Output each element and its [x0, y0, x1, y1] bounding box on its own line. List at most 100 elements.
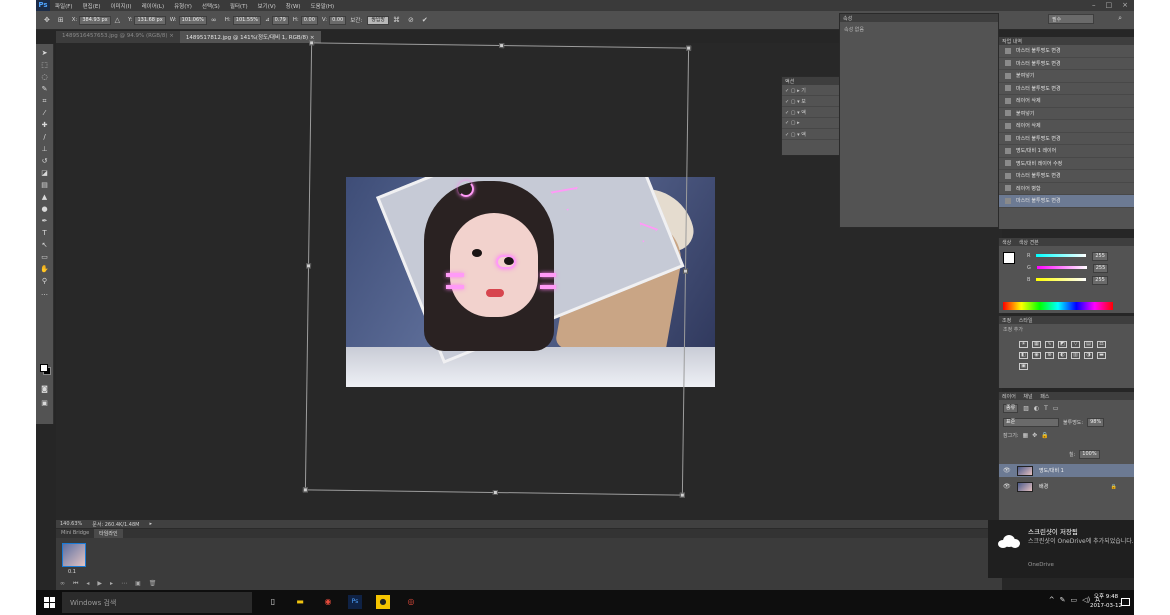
filter-adjust-icon[interactable]: ◐ — [1034, 405, 1039, 412]
vibrance-icon[interactable]: ▽ — [1071, 341, 1080, 348]
hue-saturation-icon[interactable]: ▤ — [1084, 341, 1093, 348]
foreground-color-swatch[interactable] — [40, 364, 48, 372]
delete-frame-icon[interactable]: 🗑 — [149, 580, 157, 588]
file-explorer-icon[interactable]: ▬ — [293, 595, 307, 609]
brightness-icon[interactable]: ☀ — [1019, 341, 1028, 348]
app-icon[interactable]: ◎ — [404, 595, 418, 609]
tab-document-1[interactable]: 1489516457653.jpg @ 94.9% (RGB/8) × — [56, 31, 180, 43]
selective-color-icon[interactable]: ▣ — [1019, 363, 1028, 370]
history-item[interactable]: 명도/대비 1 레이어 — [999, 145, 1134, 158]
network-icon[interactable]: ▭ — [1070, 596, 1077, 604]
hskew-input[interactable]: 0.00 — [300, 15, 318, 25]
pen-icon[interactable]: ✒ — [39, 216, 51, 226]
y-input[interactable]: 131.68 px — [134, 15, 166, 25]
frame-delay[interactable]: 0.1 — [68, 569, 76, 575]
prev-frame-icon[interactable]: ◂ — [86, 580, 89, 588]
pen-icon[interactable]: ✎ — [1060, 596, 1066, 604]
type-icon[interactable]: T — [39, 228, 51, 238]
duplicate-frame-icon[interactable]: ▣ — [135, 580, 141, 588]
tab-document-2[interactable]: 1489517812.jpg @ 141%(정도/대비 1, RGB/8) × — [179, 31, 321, 43]
tab-paths[interactable]: 패스 — [1040, 394, 1049, 400]
close-button[interactable]: × — [1122, 0, 1128, 11]
fill-input[interactable]: 100% — [1079, 450, 1100, 459]
opacity-input[interactable]: 98% — [1087, 418, 1105, 427]
angle-input[interactable]: 0.79 — [271, 15, 289, 25]
tab-adjustments[interactable]: 조정 — [1002, 318, 1011, 324]
move-tool-icon[interactable]: ✥ — [44, 16, 50, 24]
tab-mini-bridge[interactable]: Mini Bridge — [56, 529, 94, 538]
history-item[interactable]: 마스터 불투명도 변경 — [999, 83, 1134, 95]
layer-row[interactable]: 👁 명도/대비 1 — [999, 464, 1134, 477]
photoshop-taskbar-icon[interactable]: Ps — [348, 595, 362, 609]
blend-mode-select[interactable]: 표준 — [1003, 418, 1059, 427]
history-item[interactable]: 레이어 삭제 — [999, 95, 1134, 108]
filter-type-icon[interactable]: T — [1044, 405, 1048, 412]
visibility-eye-icon[interactable]: 👁 — [1003, 467, 1011, 474]
cancel-transform-icon[interactable]: ⊘ — [408, 16, 414, 24]
color-balance-icon[interactable]: ⚖ — [1097, 341, 1106, 348]
workspace-select[interactable]: 필수 — [1048, 14, 1094, 24]
gradient-map-icon[interactable]: ▬ — [1097, 352, 1106, 359]
threshold-icon[interactable]: ◑ — [1084, 352, 1093, 359]
vskew-input[interactable]: 0.00 — [329, 15, 347, 25]
layer-kind-filter[interactable]: 종류 — [1003, 404, 1019, 413]
transform-handle-br[interactable] — [679, 492, 685, 498]
green-slider[interactable] — [1036, 266, 1087, 269]
menu-window[interactable]: 창(W) — [281, 2, 306, 10]
tab-styles[interactable]: 스타일 — [1019, 318, 1033, 324]
posterize-icon[interactable]: ▥ — [1071, 352, 1080, 359]
menu-help[interactable]: 도움말(H) — [306, 2, 340, 10]
history-item[interactable]: 명도/대비 레이어 수정 — [999, 158, 1134, 170]
stamp-icon[interactable]: ⊥ — [39, 144, 51, 154]
blur-icon[interactable]: ▲ — [39, 192, 51, 202]
eyedropper-icon[interactable]: ⁄ — [39, 108, 51, 118]
levels-icon[interactable]: ▦ — [1032, 341, 1041, 348]
invert-icon[interactable]: ◐ — [1058, 352, 1067, 359]
move-icon[interactable]: ➤ — [39, 48, 51, 58]
green-value[interactable]: 255 — [1092, 264, 1109, 273]
animation-frame[interactable] — [62, 543, 86, 567]
history-item[interactable]: 마스터 불투명도 변경 — [999, 133, 1134, 145]
width-input[interactable]: 101.06% — [178, 15, 207, 25]
zoom-level[interactable]: 140.63% — [60, 521, 82, 527]
tab-layers[interactable]: 레이어 — [1002, 394, 1016, 400]
quick-mask-icon[interactable]: ◙ — [39, 384, 51, 394]
lock-pixels-icon[interactable]: ▦ — [1023, 432, 1029, 439]
lasso-icon[interactable]: ◌ — [39, 72, 51, 82]
dodge-icon[interactable]: ● — [39, 204, 51, 214]
commit-transform-icon[interactable]: ✔ — [422, 16, 428, 24]
red-slider[interactable] — [1036, 254, 1087, 257]
curves-icon[interactable]: ∿ — [1045, 341, 1054, 348]
search-icon[interactable]: ⌕ — [1118, 14, 1122, 23]
transform-handle-bl[interactable] — [302, 487, 308, 493]
gradient-icon[interactable]: ▤ — [39, 180, 51, 190]
hand-icon[interactable]: ✋ — [39, 264, 51, 274]
transform-handle-l[interactable] — [305, 263, 312, 269]
blue-value[interactable]: 255 — [1092, 276, 1108, 285]
path-select-icon[interactable]: ↖ — [39, 240, 51, 250]
tab-swatches[interactable]: 색상 견본 — [1019, 240, 1039, 246]
red-value[interactable]: 255 — [1092, 252, 1108, 261]
history-item[interactable]: 붙여넣기 — [999, 70, 1134, 83]
menu-view[interactable]: 보기(V) — [253, 2, 281, 10]
shape-icon[interactable]: ▭ — [39, 252, 51, 262]
marquee-icon[interactable]: ⬚ — [39, 60, 51, 70]
system-clock[interactable]: 오후 9:48 2017-03-12 — [1090, 593, 1122, 611]
color-spectrum[interactable] — [1003, 302, 1113, 310]
zoom-icon[interactable]: ⚲ — [39, 276, 51, 286]
history-item[interactable]: 마스터 불투명도 변경 — [999, 45, 1134, 58]
lock-position-icon[interactable]: ✥ — [1032, 432, 1037, 439]
action-row[interactable]: ✓ ▢ ▾ 액 — [782, 107, 840, 118]
task-view-icon[interactable]: ▯ — [266, 595, 280, 609]
action-row[interactable]: ✓ ▢ ▸ — [782, 118, 840, 129]
layer-row[interactable]: 👁 배경 🔒 — [999, 480, 1134, 493]
menu-select[interactable]: 선택(S) — [197, 2, 225, 10]
more-tools-icon[interactable]: … — [39, 288, 51, 298]
history-item[interactable]: 레이어 병합 — [999, 183, 1134, 195]
free-transform-box[interactable] — [302, 40, 692, 498]
visibility-eye-icon[interactable]: 👁 — [1003, 483, 1011, 490]
channel-mixer-icon[interactable]: ⊕ — [1045, 352, 1054, 359]
status-arrow-icon[interactable]: ▸ — [149, 521, 152, 527]
transform-handle-t[interactable] — [499, 43, 505, 49]
history-item[interactable]: 마스터 불투명도 변경 — [999, 195, 1134, 208]
